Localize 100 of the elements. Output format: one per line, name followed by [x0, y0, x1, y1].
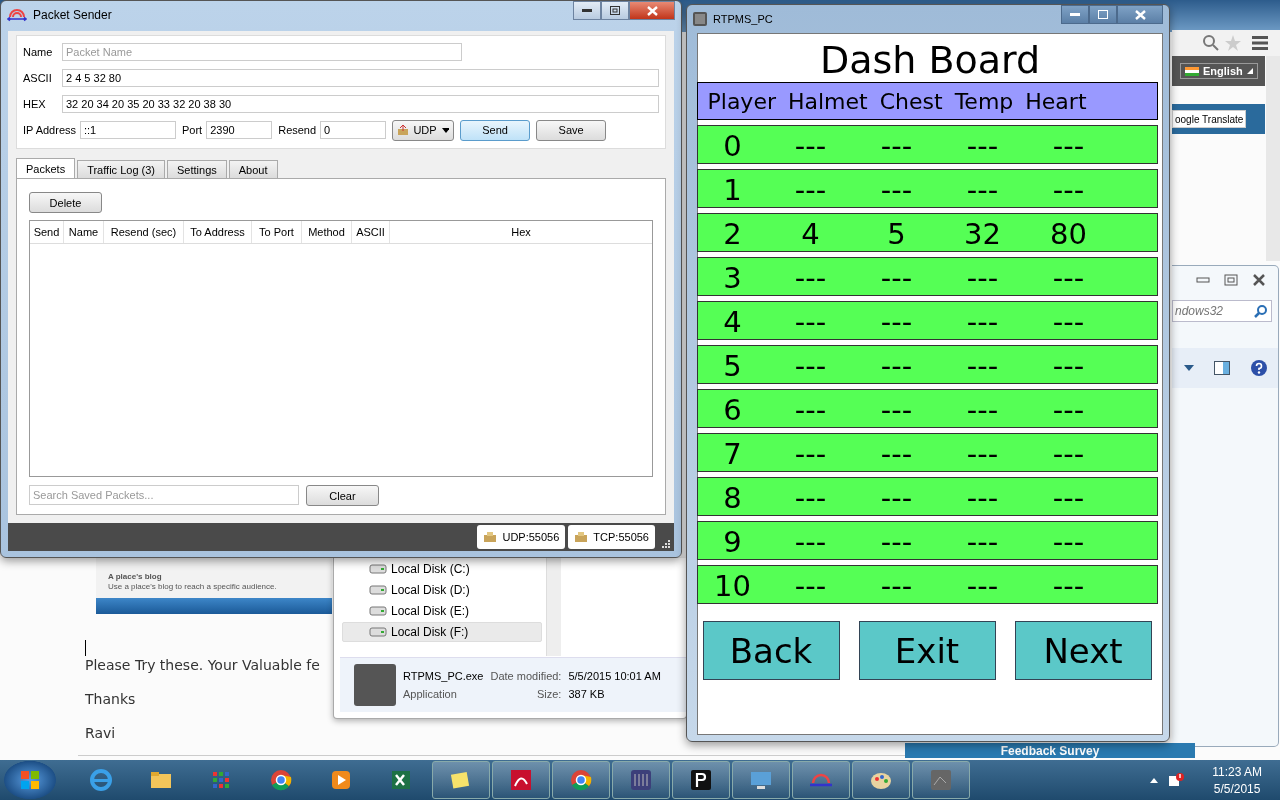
row-value: 6	[722, 393, 743, 427]
maximize-button[interactable]	[1089, 5, 1117, 24]
nav-button[interactable]: Exit	[858, 621, 996, 680]
scrollbar[interactable]	[546, 558, 561, 656]
column-header[interactable]: Method	[302, 221, 352, 243]
size-label: Size:	[536, 688, 562, 700]
text-field[interactable]: 2 4 5 32 80	[62, 69, 659, 87]
save-button[interactable]: Save	[536, 119, 607, 141]
star-icon[interactable]	[1224, 34, 1242, 52]
drive-item[interactable]: Local Disk (C:)	[342, 559, 542, 579]
column-header[interactable]: ASCII	[352, 221, 390, 243]
maximize-button[interactable]	[601, 1, 629, 20]
row-value: ---	[793, 437, 828, 471]
app-icon	[693, 12, 707, 26]
column-header[interactable]: To Port	[252, 221, 302, 243]
send-button[interactable]: Send	[460, 119, 531, 141]
date-value: 5/5/2015 10:01 AM	[568, 670, 661, 682]
column-header[interactable]: Name	[64, 221, 104, 243]
port-field[interactable]: 2390	[206, 121, 273, 139]
network-warning-icon[interactable]	[1168, 772, 1185, 788]
field-label: IP Address	[23, 124, 76, 136]
start-button[interactable]	[4, 761, 56, 799]
app-icon	[928, 767, 954, 793]
caret-icon[interactable]	[1184, 365, 1194, 371]
menu-icon[interactable]	[1252, 36, 1268, 50]
row-value: 2	[722, 217, 743, 251]
translate-button[interactable]: oogle Translate	[1172, 110, 1247, 128]
taskbar-app-button[interactable]	[432, 761, 490, 799]
column-header[interactable]: Send	[30, 221, 64, 243]
tab[interactable]: Traffic Log (3)	[77, 160, 165, 178]
tab[interactable]: Settings	[167, 160, 227, 178]
row-value: 5	[886, 217, 907, 251]
tab[interactable]: Packets	[16, 158, 76, 178]
zoom-icon[interactable]	[1202, 34, 1220, 52]
clear-button[interactable]: Clear	[306, 485, 379, 506]
nav-button[interactable]: Next	[1014, 621, 1152, 680]
row-value: ---	[965, 305, 1000, 339]
close-icon	[646, 5, 658, 16]
text-cursor	[85, 640, 86, 656]
nav-button[interactable]: Back	[702, 621, 840, 680]
column-header[interactable]: Resend (sec)	[104, 221, 184, 243]
taskbar-app-button[interactable]	[672, 761, 730, 799]
row-value: 7	[722, 437, 743, 471]
ip-address-field[interactable]: ::1	[80, 121, 176, 139]
close-button[interactable]	[629, 1, 675, 20]
search-field[interactable]: Search Saved Packets...	[29, 485, 299, 505]
row-value: 4	[722, 305, 743, 339]
feedback-banner[interactable]: Feedback Survey	[905, 743, 1195, 758]
row-value: ---	[879, 437, 914, 471]
scrollbar[interactable]	[1266, 56, 1280, 261]
date-label: Date modified:	[490, 670, 562, 682]
column-header[interactable]: Hex	[390, 221, 652, 243]
minimize-button[interactable]	[573, 1, 601, 20]
show-hidden-icons-icon[interactable]	[1150, 777, 1159, 783]
text-field[interactable]: Packet Name	[62, 43, 462, 61]
drive-item[interactable]: Local Disk (E:)	[342, 601, 542, 621]
tab[interactable]: About	[228, 160, 278, 178]
drive-icon	[369, 606, 387, 616]
row-value: 0	[722, 129, 743, 163]
row-value: ---	[1051, 349, 1086, 383]
row-value: ---	[965, 437, 1000, 471]
window-title: Packet Sender	[33, 8, 112, 22]
text-field[interactable]: 32 20 34 20 35 20 33 32 20 38 30	[62, 95, 659, 113]
delete-button[interactable]: Delete	[29, 192, 102, 213]
row-value: ---	[793, 569, 828, 603]
close-icon	[1134, 9, 1146, 20]
resend-field[interactable]: 0	[320, 121, 387, 139]
file-thumbnail	[354, 664, 396, 706]
field-label: Resend	[278, 124, 317, 136]
drive-icon	[369, 585, 387, 595]
language-dropdown[interactable]: English	[1180, 63, 1258, 79]
row-value: ---	[965, 569, 1000, 603]
close-button[interactable]	[1117, 5, 1163, 24]
method-dropdown[interactable]: UDP	[392, 119, 455, 141]
column-header[interactable]: To Address	[184, 221, 252, 243]
help-icon[interactable]	[1250, 359, 1268, 377]
blog-text: Use a place's blog to reach a specific audience.	[108, 582, 278, 591]
row-value: ---	[965, 129, 1000, 163]
port-status: UDP:55056	[477, 525, 566, 549]
row-value: ---	[879, 261, 914, 295]
row-value: ---	[879, 305, 914, 339]
drive-item[interactable]: Local Disk (D:)	[342, 580, 542, 600]
column-header: Temp	[954, 88, 1014, 114]
resize-grip-icon[interactable]	[662, 540, 670, 548]
caret-icon	[441, 127, 450, 133]
field-label: ASCII	[23, 72, 53, 84]
app-icon	[7, 8, 27, 22]
clock[interactable]: 11:23 AM 5/5/2015	[1212, 764, 1262, 796]
row-value: ---	[879, 525, 914, 559]
drive-item[interactable]: Local Disk (F:)	[342, 622, 542, 642]
minimize-button[interactable]	[1061, 5, 1089, 24]
search-field[interactable]: ndows32	[1172, 300, 1272, 322]
close-icon[interactable]	[1252, 274, 1266, 286]
preview-pane-icon[interactable]	[1214, 361, 1230, 375]
dashboard-heading: Dash Board	[819, 38, 1041, 82]
drive-icon	[369, 627, 387, 637]
maximize-icon[interactable]	[1224, 274, 1238, 286]
tray-icon	[397, 125, 409, 135]
minimize-icon[interactable]	[1196, 277, 1210, 283]
row-value: 1	[722, 173, 743, 207]
